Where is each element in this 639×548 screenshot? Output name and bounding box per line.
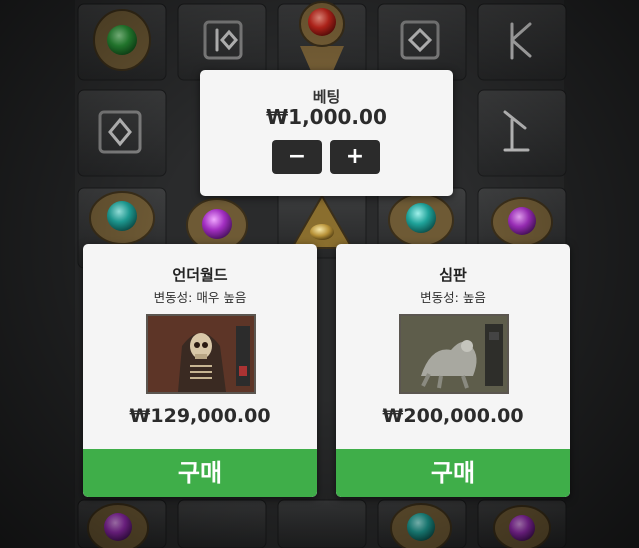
feature-volatility: 변동성: 높음 [420,290,486,305]
skeleton-reaper-art [146,314,256,394]
green-gem-icon [93,9,151,71]
feature-volatility: 변동성: 매우 높음 [153,290,247,305]
teal-gem-icon [89,191,155,245]
beast-creature-art [399,314,509,394]
purple-gem-icon [493,505,551,548]
feature-name: 심판 [439,266,467,284]
feature-card-underworld: 언더월드 변동성: 매우 높음 ₩129,000.00 구매 [83,244,317,497]
feature-name: 언더월드 [172,266,228,284]
buy-underworld-button[interactable]: 구매 [83,449,317,497]
bet-amount: ₩1,000.00 [266,105,387,129]
feature-price: ₩200,000.00 [382,405,524,427]
purple-gem-icon [87,503,149,548]
teal-gem-icon [388,193,454,247]
purple-gem-icon [491,197,553,247]
bet-panel: 베팅 ₩1,000.00 − + [200,70,453,196]
buy-judgment-button[interactable]: 구매 [336,449,570,497]
increase-bet-button[interactable]: + [330,140,380,174]
bet-label: 베팅 [312,88,341,106]
decrease-bet-button[interactable]: − [272,140,322,174]
feature-card-judgment: 심판 변동성: 높음 ₩200,000.00 구매 [336,244,570,497]
feature-price: ₩129,000.00 [129,405,271,427]
teal-gem-icon [390,503,452,548]
